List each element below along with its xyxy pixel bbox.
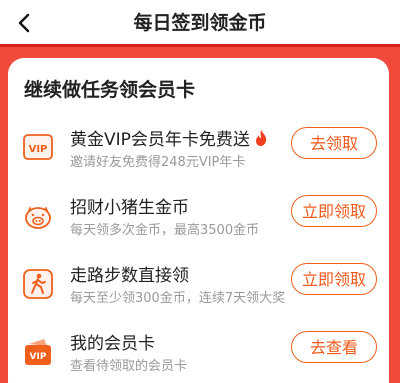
claim-vip-button[interactable]: 去领取: [291, 127, 377, 159]
task-row: 招财小猪生金币 每天领多次金币，最高3500金币 立即领取: [8, 186, 389, 256]
walking-icon: [23, 269, 53, 299]
task-row: VIP 黄金VIP会员年卡免费送 邀请好友免费得248元VIP年卡 去领取: [8, 118, 389, 188]
task-desc: 每天领多次金币，最高3500金币: [70, 223, 260, 238]
task-name: 黄金VIP会员年卡免费送: [70, 125, 268, 150]
claim-steps-button[interactable]: 立即领取: [291, 263, 377, 295]
task-desc: 查看待领取的会员卡: [70, 359, 188, 374]
view-cards-button[interactable]: 去查看: [291, 331, 377, 363]
task-row: VIP 我的会员卡 查看待领取的会员卡 去查看: [8, 322, 389, 383]
page-title: 每日签到领金币: [133, 12, 267, 34]
task-name: 招财小猪生金币: [70, 198, 189, 218]
task-name: 我的会员卡: [70, 334, 155, 354]
task-row: 走路步数直接领 每天至少领300金币，连续7天领大奖 立即领取: [8, 254, 389, 324]
svg-text:VIP: VIP: [29, 144, 48, 155]
claim-coins-button[interactable]: 立即领取: [291, 195, 377, 227]
card-title: 继续做任务领会员卡: [24, 79, 196, 101]
pig-icon: [25, 206, 51, 229]
task-desc: 邀请好友免费得248元VIP年卡: [70, 155, 246, 170]
fire-icon: [255, 130, 267, 146]
svg-text:VIP: VIP: [30, 352, 47, 362]
vip-wallet-icon: VIP: [25, 339, 51, 365]
app-header: 每日签到领金币: [0, 0, 400, 47]
task-name: 走路步数直接领: [70, 266, 189, 286]
vip-card-icon: VIP: [23, 134, 53, 160]
task-card: 继续做任务领会员卡 VIP 黄金VIP会员年卡免费送 邀请好友免费得248元VI…: [8, 58, 389, 383]
header-divider: [0, 44, 400, 47]
task-desc: 每天至少领300金币，连续7天领大奖: [70, 291, 286, 306]
